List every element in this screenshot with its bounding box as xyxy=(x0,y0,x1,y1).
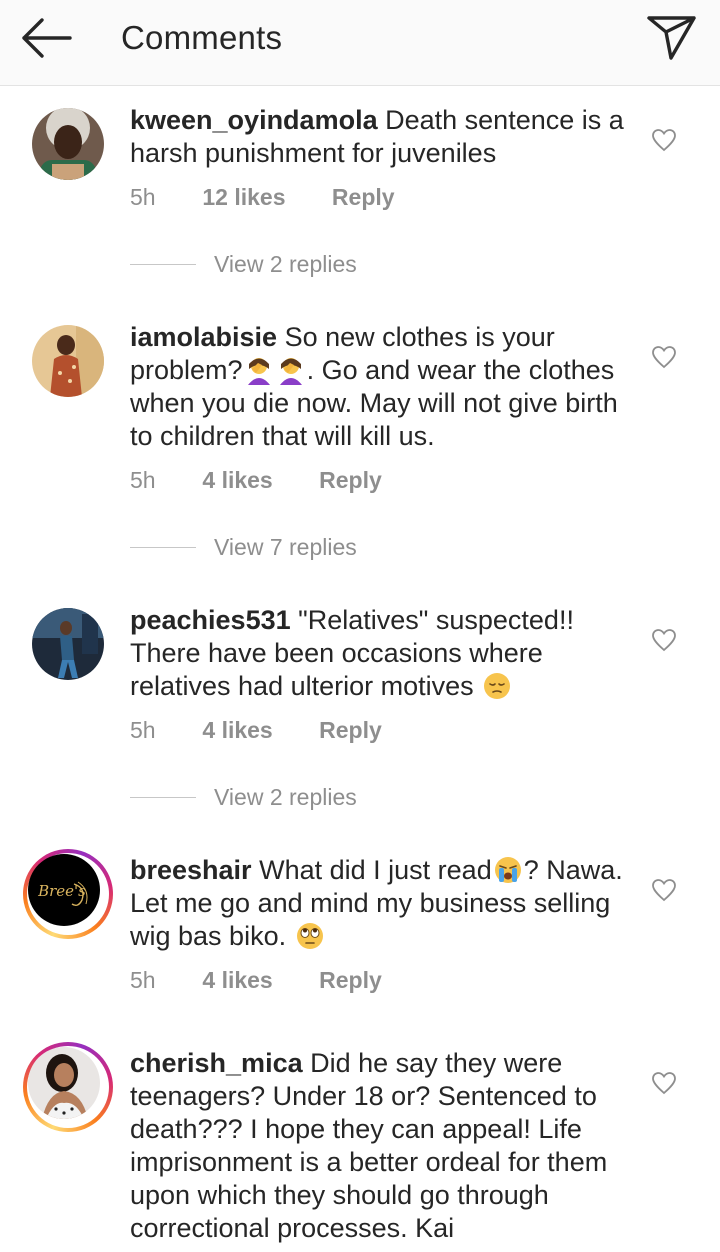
comment-time: 5h xyxy=(130,967,156,993)
heart-icon[interactable] xyxy=(651,628,677,652)
paper-plane-icon xyxy=(647,16,696,60)
reply-button[interactable]: Reply xyxy=(332,183,395,211)
comment-username[interactable]: cherish_mica xyxy=(130,1048,303,1078)
comment-username[interactable]: peachies531 xyxy=(130,605,291,635)
crying-face-emoji-icon xyxy=(494,857,521,883)
comment-time: 5h xyxy=(130,184,156,210)
comment-time: 5h xyxy=(130,467,156,493)
story-ring-avatar[interactable] xyxy=(23,1042,113,1132)
share-button[interactable] xyxy=(644,12,700,64)
comment-username[interactable]: kween_oyindamola xyxy=(130,105,378,135)
replies-divider xyxy=(130,547,196,548)
heart-icon[interactable] xyxy=(651,1071,677,1095)
eye-roll-emoji-icon xyxy=(296,923,323,949)
likes-count[interactable]: 12 likes xyxy=(202,183,285,211)
likes-count[interactable]: 4 likes xyxy=(202,966,272,994)
avatar[interactable] xyxy=(32,108,104,180)
comment-body-part: What did I just read xyxy=(259,855,492,885)
facepalm-emoji-icon xyxy=(247,358,270,385)
page-title: Comments xyxy=(121,19,283,56)
heart-icon[interactable] xyxy=(651,128,677,152)
story-ring-avatar[interactable]: Bree's xyxy=(23,849,113,939)
comment-meta: 5h 4 likes Reply xyxy=(130,466,382,494)
view-replies-label[interactable]: View 2 replies xyxy=(214,250,357,278)
reply-button[interactable]: Reply xyxy=(319,966,382,994)
comment-time: 5h xyxy=(130,717,156,743)
likes-count[interactable]: 4 likes xyxy=(202,716,272,744)
top-bar: Comments xyxy=(0,0,720,86)
comment-meta: 5h 4 likes Reply xyxy=(130,966,382,994)
reply-button[interactable]: Reply xyxy=(319,716,382,744)
heart-icon[interactable] xyxy=(651,878,677,902)
arrow-left-icon xyxy=(22,18,72,58)
comment-text: iamolabisie So new clothes is your probl… xyxy=(130,321,630,453)
comment-username[interactable]: breeshair xyxy=(130,855,252,885)
brand-logo-icon: Bree's xyxy=(28,854,100,926)
pensive-face-emoji-icon xyxy=(484,673,511,699)
svg-text:Bree's: Bree's xyxy=(37,882,86,900)
profile-photo-icon xyxy=(32,325,104,397)
heart-icon[interactable] xyxy=(651,345,677,369)
reply-button[interactable]: Reply xyxy=(319,466,382,494)
likes-count[interactable]: 4 likes xyxy=(202,466,272,494)
back-button[interactable] xyxy=(20,16,76,60)
comment-meta: 5h 4 likes Reply xyxy=(130,716,382,744)
profile-photo-icon xyxy=(28,1047,100,1119)
view-replies-label[interactable]: View 7 replies xyxy=(214,533,357,561)
comment-text: peachies531 "Relatives" suspected!! Ther… xyxy=(130,604,630,703)
profile-photo-icon xyxy=(32,608,104,680)
replies-divider xyxy=(130,797,196,798)
profile-photo-icon xyxy=(32,108,104,180)
avatar[interactable] xyxy=(32,325,104,397)
comment-text: cherish_mica Did he say they were teenag… xyxy=(130,1047,630,1245)
comment-text: kween_oyindamola Death sentence is a har… xyxy=(130,104,630,170)
comment-meta: 5h 12 likes Reply xyxy=(130,183,395,211)
view-replies-label[interactable]: View 2 replies xyxy=(214,783,357,811)
comment-text: breeshair What did I just read? Nawa. Le… xyxy=(130,854,630,953)
replies-divider xyxy=(130,264,196,265)
facepalm-emoji-icon xyxy=(279,358,302,385)
avatar[interactable] xyxy=(32,608,104,680)
comment-username[interactable]: iamolabisie xyxy=(130,322,277,352)
